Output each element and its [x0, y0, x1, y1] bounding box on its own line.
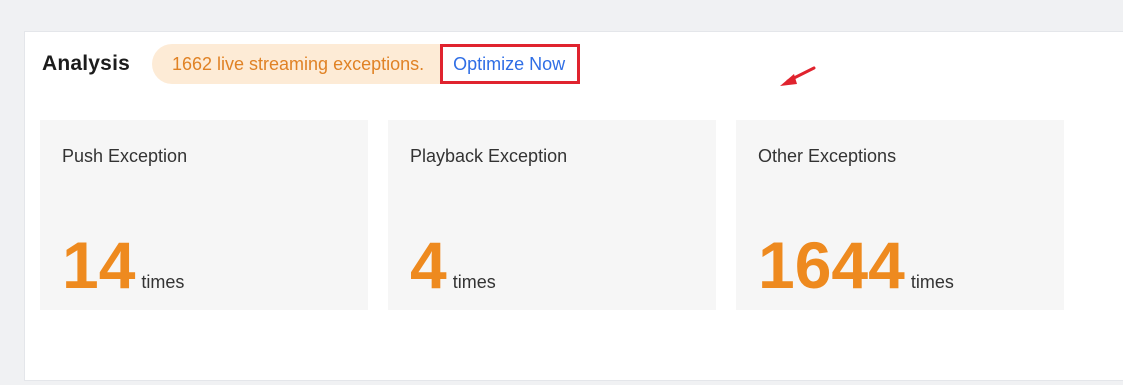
card-label: Push Exception: [62, 146, 188, 166]
red-arrow-icon: [780, 66, 816, 86]
other-exceptions-count: 1644: [758, 228, 905, 302]
card-value: 1644 times: [758, 232, 954, 298]
analysis-header: Analysis 1662 live streaming exceptions.…: [42, 44, 581, 84]
push-exception-count: 14: [62, 228, 136, 302]
section-title: Analysis: [42, 52, 130, 75]
exception-alert-banner: 1662 live streaming exceptions. Optimize…: [151, 44, 581, 84]
card-value: 4 times: [410, 232, 496, 298]
push-exception-card: Push Exception 14 times: [40, 120, 368, 310]
card-value: 14 times: [62, 232, 184, 298]
playback-exception-count: 4: [410, 228, 447, 302]
playback-exception-card: Playback Exception 4 times: [388, 120, 716, 310]
optimize-now-link[interactable]: Optimize Now: [440, 44, 581, 84]
count-unit: times: [141, 272, 185, 292]
exception-cards: Push Exception 14 times Playback Excepti…: [40, 120, 1064, 310]
card-label: Playback Exception: [410, 146, 568, 166]
other-exceptions-card: Other Exceptions 1644 times: [736, 120, 1064, 310]
card-label: Other Exceptions: [758, 146, 897, 166]
count-unit: times: [452, 272, 496, 292]
count-unit: times: [910, 272, 954, 292]
exception-alert-text: 1662 live streaming exceptions.: [171, 53, 425, 74]
